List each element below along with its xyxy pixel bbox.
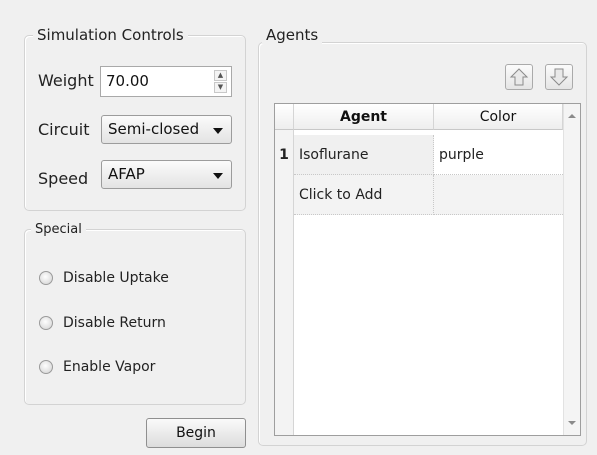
triangle-down-icon[interactable]: [564, 415, 580, 431]
disable-uptake-radio[interactable]: [39, 271, 53, 285]
weight-label: Weight: [38, 71, 94, 90]
row-header[interactable]: 1: [275, 135, 294, 175]
speed-label: Speed: [38, 169, 89, 188]
weight-value: 70.00: [106, 72, 149, 90]
begin-button[interactable]: Begin: [146, 418, 246, 448]
disable-return-label[interactable]: Disable Return: [63, 315, 166, 331]
arrow-up-icon: [509, 68, 529, 86]
chevron-down-icon: [213, 128, 223, 134]
row-header[interactable]: [275, 175, 294, 215]
enable-vapor-radio[interactable]: [39, 360, 53, 374]
table-cell-color[interactable]: [434, 175, 563, 215]
special-title: Special: [31, 221, 86, 239]
triangle-up-icon[interactable]: [564, 108, 580, 124]
table-cell-agent[interactable]: Isoflurane: [294, 135, 434, 175]
agents-table: Agent Color 1 Isoflurane purple Click to…: [274, 103, 581, 436]
column-header-agent[interactable]: Agent: [294, 104, 434, 130]
weight-spinbox[interactable]: 70.00 ▲ ▼: [100, 66, 232, 97]
move-up-button[interactable]: [505, 64, 533, 90]
spin-down-icon[interactable]: ▼: [214, 82, 227, 93]
corner-header: [275, 104, 294, 130]
spin-up-icon[interactable]: ▲: [214, 70, 227, 81]
agents-title: Agents: [262, 26, 323, 44]
circuit-label: Circuit: [38, 120, 90, 139]
simulation-controls-title: Simulation Controls: [33, 26, 188, 44]
disable-uptake-label[interactable]: Disable Uptake: [63, 270, 169, 286]
speed-select[interactable]: AFAP: [101, 160, 232, 189]
disable-return-radio[interactable]: [39, 316, 53, 330]
column-header-color[interactable]: Color: [434, 104, 563, 130]
circuit-select[interactable]: Semi-closed: [101, 115, 232, 144]
table-cell-agent[interactable]: Click to Add: [294, 175, 434, 215]
chevron-down-icon: [213, 173, 223, 179]
table-cell-color[interactable]: purple: [434, 135, 563, 175]
move-down-button[interactable]: [545, 64, 573, 90]
circuit-value: Semi-closed: [108, 120, 200, 138]
vertical-scrollbar[interactable]: [563, 104, 580, 435]
enable-vapor-label[interactable]: Enable Vapor: [63, 359, 155, 375]
speed-value: AFAP: [108, 165, 145, 183]
arrow-down-icon: [549, 68, 569, 86]
